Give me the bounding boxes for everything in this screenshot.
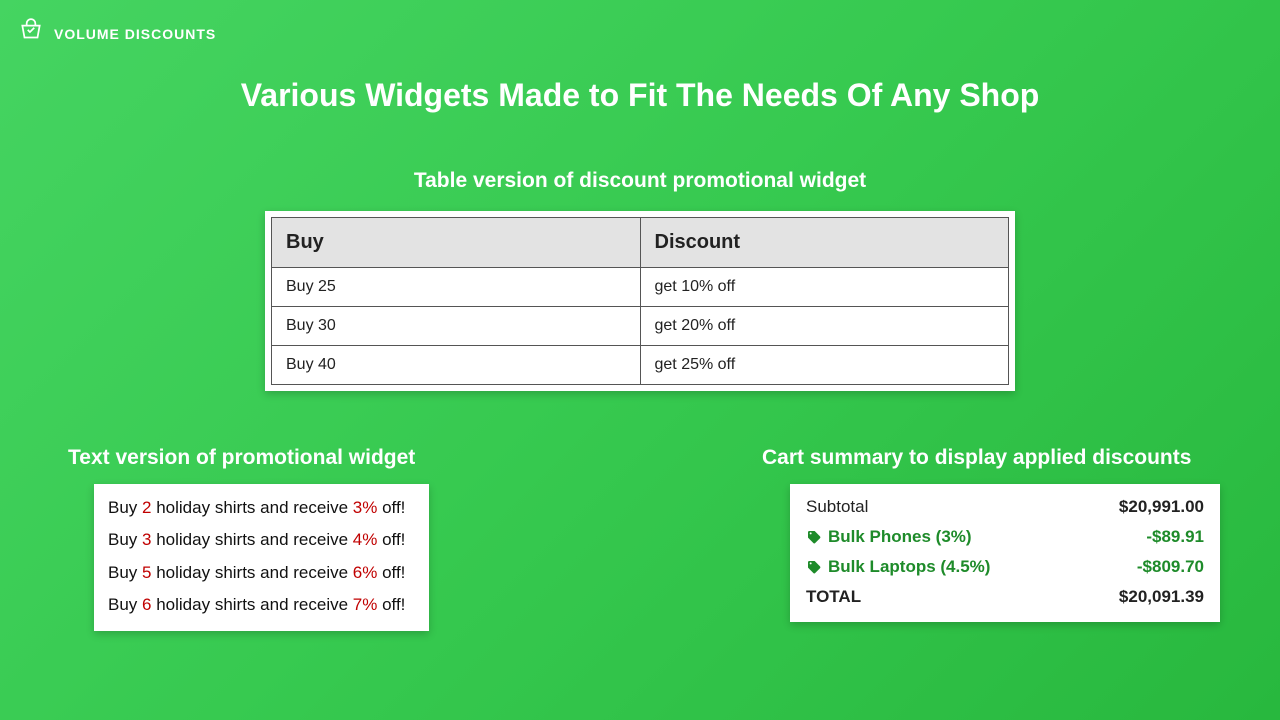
- cell-buy: Buy 30: [272, 307, 641, 346]
- cart-widget-section: Cart summary to display applied discount…: [754, 446, 1220, 631]
- table-section-title: Table version of discount promotional wi…: [0, 169, 1280, 193]
- text-line: Buy 2 holiday shirts and receive 3% off!: [108, 492, 415, 524]
- discount-amount: -$89.91: [1146, 527, 1204, 547]
- col-head-buy: Buy: [272, 218, 641, 268]
- discount-label: Bulk Laptops (4.5%): [806, 557, 990, 577]
- cart-subtotal-row: Subtotal $20,991.00: [806, 492, 1204, 522]
- table-widget-section: Table version of discount promotional wi…: [0, 169, 1280, 391]
- text-line: Buy 5 holiday shirts and receive 6% off!: [108, 557, 415, 589]
- table-row: Buy 40 get 25% off: [272, 346, 1009, 385]
- discount-amount: -$809.70: [1137, 557, 1204, 577]
- text-widget: Buy 2 holiday shirts and receive 3% off!…: [94, 484, 429, 631]
- text-widget-section: Text version of promotional widget Buy 2…: [60, 446, 429, 631]
- cell-discount: get 20% off: [640, 307, 1009, 346]
- discount-table-wrap: Buy Discount Buy 25 get 10% off Buy 30 g…: [265, 211, 1015, 391]
- cart-total-row: TOTAL $20,091.39: [806, 582, 1204, 612]
- subtotal-label: Subtotal: [806, 497, 868, 517]
- col-head-discount: Discount: [640, 218, 1009, 268]
- cell-discount: get 10% off: [640, 268, 1009, 307]
- table-row: Buy 25 get 10% off: [272, 268, 1009, 307]
- text-line: Buy 6 holiday shirts and receive 7% off!: [108, 589, 415, 621]
- text-section-title: Text version of promotional widget: [60, 446, 429, 470]
- table-row: Buy 30 get 20% off: [272, 307, 1009, 346]
- tag-icon: [806, 559, 822, 575]
- cell-discount: get 25% off: [640, 346, 1009, 385]
- cart-discount-row: Bulk Laptops (4.5%) -$809.70: [806, 552, 1204, 582]
- cell-buy: Buy 25: [272, 268, 641, 307]
- discount-label: Bulk Phones (3%): [806, 527, 972, 547]
- cart-section-title: Cart summary to display applied discount…: [754, 446, 1220, 470]
- brand-bar: VOLUME DISCOUNTS: [0, 0, 1280, 49]
- subtotal-amount: $20,991.00: [1119, 497, 1204, 517]
- cart-icon: [18, 18, 44, 49]
- total-amount: $20,091.39: [1119, 587, 1204, 607]
- tag-icon: [806, 529, 822, 545]
- discount-table: Buy Discount Buy 25 get 10% off Buy 30 g…: [271, 217, 1009, 385]
- cell-buy: Buy 40: [272, 346, 641, 385]
- total-label: TOTAL: [806, 587, 861, 607]
- page-title: Various Widgets Made to Fit The Needs Of…: [0, 77, 1280, 114]
- brand-name: VOLUME DISCOUNTS: [54, 26, 216, 42]
- cart-widget: Subtotal $20,991.00 Bulk Phones (3%) -$8…: [790, 484, 1220, 622]
- text-line: Buy 3 holiday shirts and receive 4% off!: [108, 524, 415, 556]
- cart-discount-row: Bulk Phones (3%) -$89.91: [806, 522, 1204, 552]
